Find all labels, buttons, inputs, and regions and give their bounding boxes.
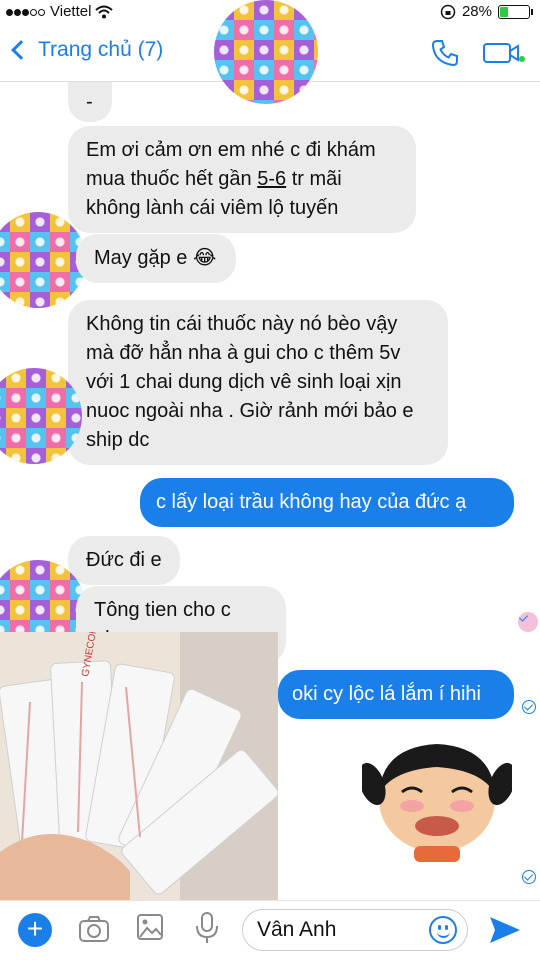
- message-text: May gặp e 😂: [94, 247, 217, 269]
- message-text: -: [86, 91, 93, 113]
- microphone-icon[interactable]: [194, 911, 220, 945]
- message-bubble[interactable]: Em ơi cảm ơn em nhé c đi khám mua thuốc …: [68, 126, 416, 233]
- message-text: c lấy loại trầu không hay của đức ạ: [156, 491, 467, 513]
- message-bubble-outgoing[interactable]: c lấy loại trầu không hay của đức ạ: [140, 478, 514, 527]
- message-bubble[interactable]: -: [68, 82, 112, 122]
- sticker[interactable]: [362, 722, 512, 872]
- signal-icon: [6, 3, 46, 20]
- back-label: Trang chủ (7): [38, 38, 164, 61]
- medicine-photo-illustration: GYNECON: [0, 632, 278, 900]
- video-call-icon[interactable]: [482, 41, 526, 65]
- chevron-left-icon: [11, 40, 31, 60]
- conversation-header: Trang chủ (7): [0, 0, 540, 104]
- add-icon[interactable]: +: [18, 913, 52, 947]
- gallery-icon[interactable]: [136, 913, 164, 941]
- message-bubble[interactable]: May gặp e 😂: [76, 234, 236, 283]
- message-input-value: Vân Anh: [257, 918, 337, 941]
- shared-photo[interactable]: GYNECON: [0, 632, 278, 900]
- composer-bar: + Vân Anh: [0, 900, 540, 960]
- emoji-icon[interactable]: [429, 916, 457, 944]
- seen-check-icon: [522, 870, 536, 884]
- status-right: 28%: [440, 3, 533, 20]
- status-left: Viettel: [6, 3, 114, 20]
- contact-avatar[interactable]: [214, 0, 318, 104]
- carrier-name: Viettel: [50, 3, 92, 20]
- camera-icon[interactable]: [78, 915, 110, 943]
- battery-percent: 28%: [461, 3, 492, 20]
- back-button[interactable]: Trang chủ (7): [11, 38, 164, 62]
- seen-check-icon: [522, 700, 536, 714]
- wifi-icon: [95, 5, 114, 18]
- message-text: oki cy lộc lá lắm í hihi: [292, 683, 481, 705]
- header-actions: [430, 38, 526, 68]
- sender-avatar[interactable]: [0, 368, 82, 464]
- send-icon[interactable]: [488, 915, 522, 945]
- rotation-lock-icon: [440, 4, 456, 19]
- battery-icon: [498, 4, 533, 19]
- sender-avatar[interactable]: [0, 212, 86, 308]
- message-text: Không tin cái thuốc này nó bèo vậy mà đỡ…: [86, 313, 414, 451]
- message-input[interactable]: Vân Anh: [242, 909, 468, 951]
- message-bubble[interactable]: Không tin cái thuốc này nó bèo vậy mà đỡ…: [68, 300, 448, 465]
- message-bubble-outgoing[interactable]: oki cy lộc lá lắm í hihi: [278, 670, 514, 719]
- phone-icon[interactable]: [430, 38, 460, 68]
- message-text: Đức đi e: [86, 549, 162, 571]
- seen-avatar-small: [518, 612, 538, 632]
- message-text-underlined: 5-6: [257, 168, 287, 190]
